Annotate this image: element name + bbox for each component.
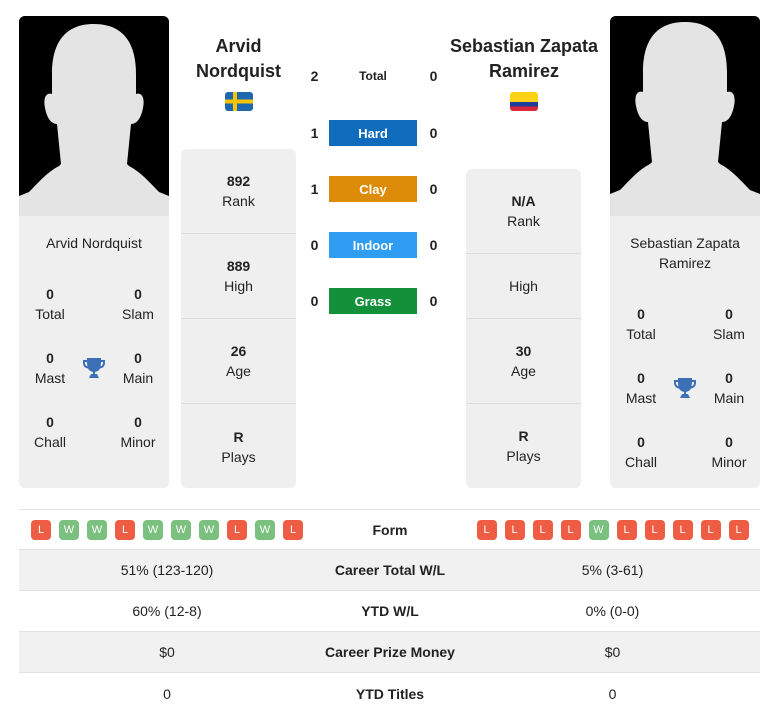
- h2h-indoor-row: 0 Indoor 0: [300, 232, 450, 258]
- player1-form-badges: LWWLWWWLWL: [31, 519, 303, 540]
- h2h-hard-row: 1 Hard 0: [300, 120, 450, 146]
- player1-titles-total: 0 Total: [35, 286, 65, 322]
- form-loss-badge[interactable]: L: [31, 519, 51, 540]
- surface-hard-badge[interactable]: Hard: [329, 120, 417, 146]
- player2-name[interactable]: Sebastian Zapata Ramirez: [446, 34, 602, 84]
- player1-titles-slam: 0 Slam: [122, 286, 154, 322]
- form-win-badge[interactable]: W: [255, 519, 275, 540]
- player1-photo: [19, 16, 169, 216]
- comparison-row-ytd-titles: 0 YTD Titles 0: [163, 685, 617, 702]
- player2-titles-minor: 0 Minor: [711, 434, 747, 470]
- player2-titles-card: Sebastian Zapata Ramirez 0 Total 0 Slam …: [610, 216, 760, 488]
- form-loss-badge[interactable]: L: [700, 519, 721, 540]
- player1-name[interactable]: Arvid Nordquist: [176, 34, 301, 84]
- form-win-badge[interactable]: W: [59, 519, 79, 540]
- player1-plays: R Plays: [221, 428, 256, 465]
- silhouette-icon: [19, 16, 169, 216]
- player2-titles-slam: 0 Slam: [713, 306, 745, 342]
- player1-titles-chall: 0 Chall: [34, 414, 66, 450]
- form-loss-badge[interactable]: L: [532, 519, 553, 540]
- form-loss-badge[interactable]: L: [616, 519, 637, 540]
- player2-photo: [610, 16, 760, 216]
- form-win-badge[interactable]: W: [143, 519, 163, 540]
- colombia-flag-icon: [510, 92, 538, 111]
- player1-titles-mast: 0 Mast: [34, 350, 66, 386]
- player1-card-name: Arvid Nordquist: [46, 235, 142, 251]
- player2-titles-total: 0 Total: [626, 306, 656, 342]
- h2h-grass-row: 0 Grass 0: [300, 288, 450, 314]
- player1-age: 26 Age: [181, 319, 296, 404]
- surface-total-label: Total: [359, 69, 387, 83]
- trophy-icon: [79, 336, 109, 400]
- form-loss-badge[interactable]: L: [560, 519, 581, 540]
- player2-titles-chall: 0 Chall: [625, 434, 657, 470]
- trophy-icon: [670, 356, 700, 420]
- player2-form-badges: LLLLWLLLLL: [476, 519, 749, 540]
- surface-clay-badge[interactable]: Clay: [329, 176, 417, 202]
- h2h-total-row: 2 Total 0: [300, 63, 450, 89]
- player1-titles-card: Arvid Nordquist 0 Total 0 Slam 0 Mast 0 …: [19, 216, 169, 488]
- surface-grass-badge[interactable]: Grass: [329, 288, 417, 314]
- sweden-flag-icon: [225, 92, 253, 111]
- player2-rank: N/A Rank: [466, 169, 581, 254]
- player2-titles-main: 0 Main: [713, 370, 745, 406]
- surface-indoor-badge[interactable]: Indoor: [329, 232, 417, 258]
- form-loss-badge[interactable]: L: [644, 519, 665, 540]
- h2h-clay-row: 1 Clay 0: [300, 176, 450, 202]
- form-loss-badge[interactable]: L: [227, 519, 247, 540]
- player1-titles-minor: 0 Minor: [120, 414, 156, 450]
- player1-high: 889 High: [181, 234, 296, 319]
- player2-titles-mast: 0 Mast: [625, 370, 657, 406]
- comparison-row-career-wl: 51% (123-120) Career Total W/L 5% (3-61): [19, 550, 760, 591]
- form-win-badge[interactable]: W: [588, 519, 609, 540]
- form-label: Form: [372, 521, 408, 538]
- form-loss-badge[interactable]: L: [283, 519, 303, 540]
- form-loss-badge[interactable]: L: [728, 519, 749, 540]
- player2-plays: R Plays: [506, 428, 541, 464]
- comparison-row-ytd-wl: 60% (12-8) YTD W/L 0% (0-0): [19, 591, 760, 632]
- player1-header: Arvid Nordquist: [176, 34, 301, 84]
- player1-titles-main: 0 Main: [122, 350, 154, 386]
- comparison-row-prize-money: $0 Career Prize Money $0: [19, 632, 760, 673]
- form-loss-badge[interactable]: L: [115, 519, 135, 540]
- form-win-badge[interactable]: W: [87, 519, 107, 540]
- player2-high: High: [466, 254, 581, 319]
- player1-stats: 892 Rank 889 High 26 Age R Plays: [181, 149, 296, 488]
- form-win-badge[interactable]: W: [171, 519, 191, 540]
- form-row: LWWLWWWLWL Form LLLLWLLLLL: [19, 509, 760, 550]
- player2-stats: N/A Rank High 30 Age R Plays: [466, 169, 581, 488]
- form-loss-badge[interactable]: L: [672, 519, 693, 540]
- player2-card-name: Sebastian Zapata Ramirez: [630, 235, 740, 271]
- form-loss-badge[interactable]: L: [476, 519, 497, 540]
- form-loss-badge[interactable]: L: [504, 519, 525, 540]
- silhouette-icon: [610, 16, 760, 216]
- player2-age: 30 Age: [466, 319, 581, 404]
- form-win-badge[interactable]: W: [199, 519, 219, 540]
- player2-header: Sebastian Zapata Ramirez: [446, 34, 602, 84]
- player1-rank: 892 Rank: [181, 149, 296, 234]
